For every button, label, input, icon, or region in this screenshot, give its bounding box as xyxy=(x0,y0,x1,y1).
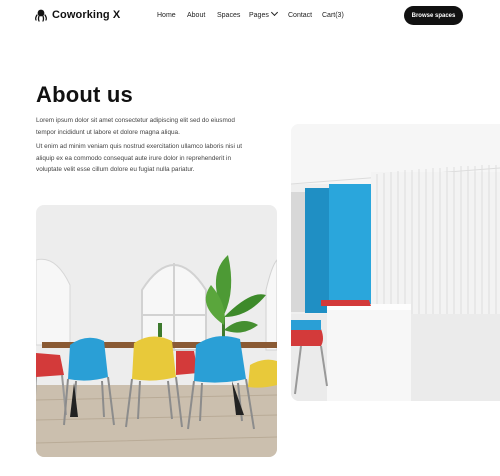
browse-spaces-button[interactable]: Browse spaces xyxy=(404,6,463,25)
nav-link-contact[interactable]: Contact xyxy=(288,12,312,19)
octopus-icon xyxy=(35,9,47,22)
nav-link-home[interactable]: Home xyxy=(157,12,176,19)
brand-logo[interactable]: Coworking X xyxy=(34,8,120,22)
nav-link-pages-label: Pages xyxy=(249,12,269,19)
office-interior-image xyxy=(291,124,500,401)
page-title: About us xyxy=(36,82,133,107)
nav-link-spaces[interactable]: Spaces xyxy=(217,12,240,19)
brand-name: Coworking X xyxy=(52,9,121,21)
nav-link-cart[interactable]: Cart(3) xyxy=(322,12,344,19)
about-paragraph-2: Ut enim ad minim veniam quis nostrud exe… xyxy=(36,143,243,173)
nav-link-pages[interactable]: Pages xyxy=(249,8,278,19)
coworking-chairs-image xyxy=(36,205,277,457)
nav-link-about[interactable]: About xyxy=(187,12,205,19)
about-paragraph-1: Lorem ipsum dolor sit amet consectetur a… xyxy=(36,117,235,136)
top-navigation: Coworking X Home About Spaces Pages Cont… xyxy=(0,0,500,34)
chevron-down-icon xyxy=(270,8,278,17)
